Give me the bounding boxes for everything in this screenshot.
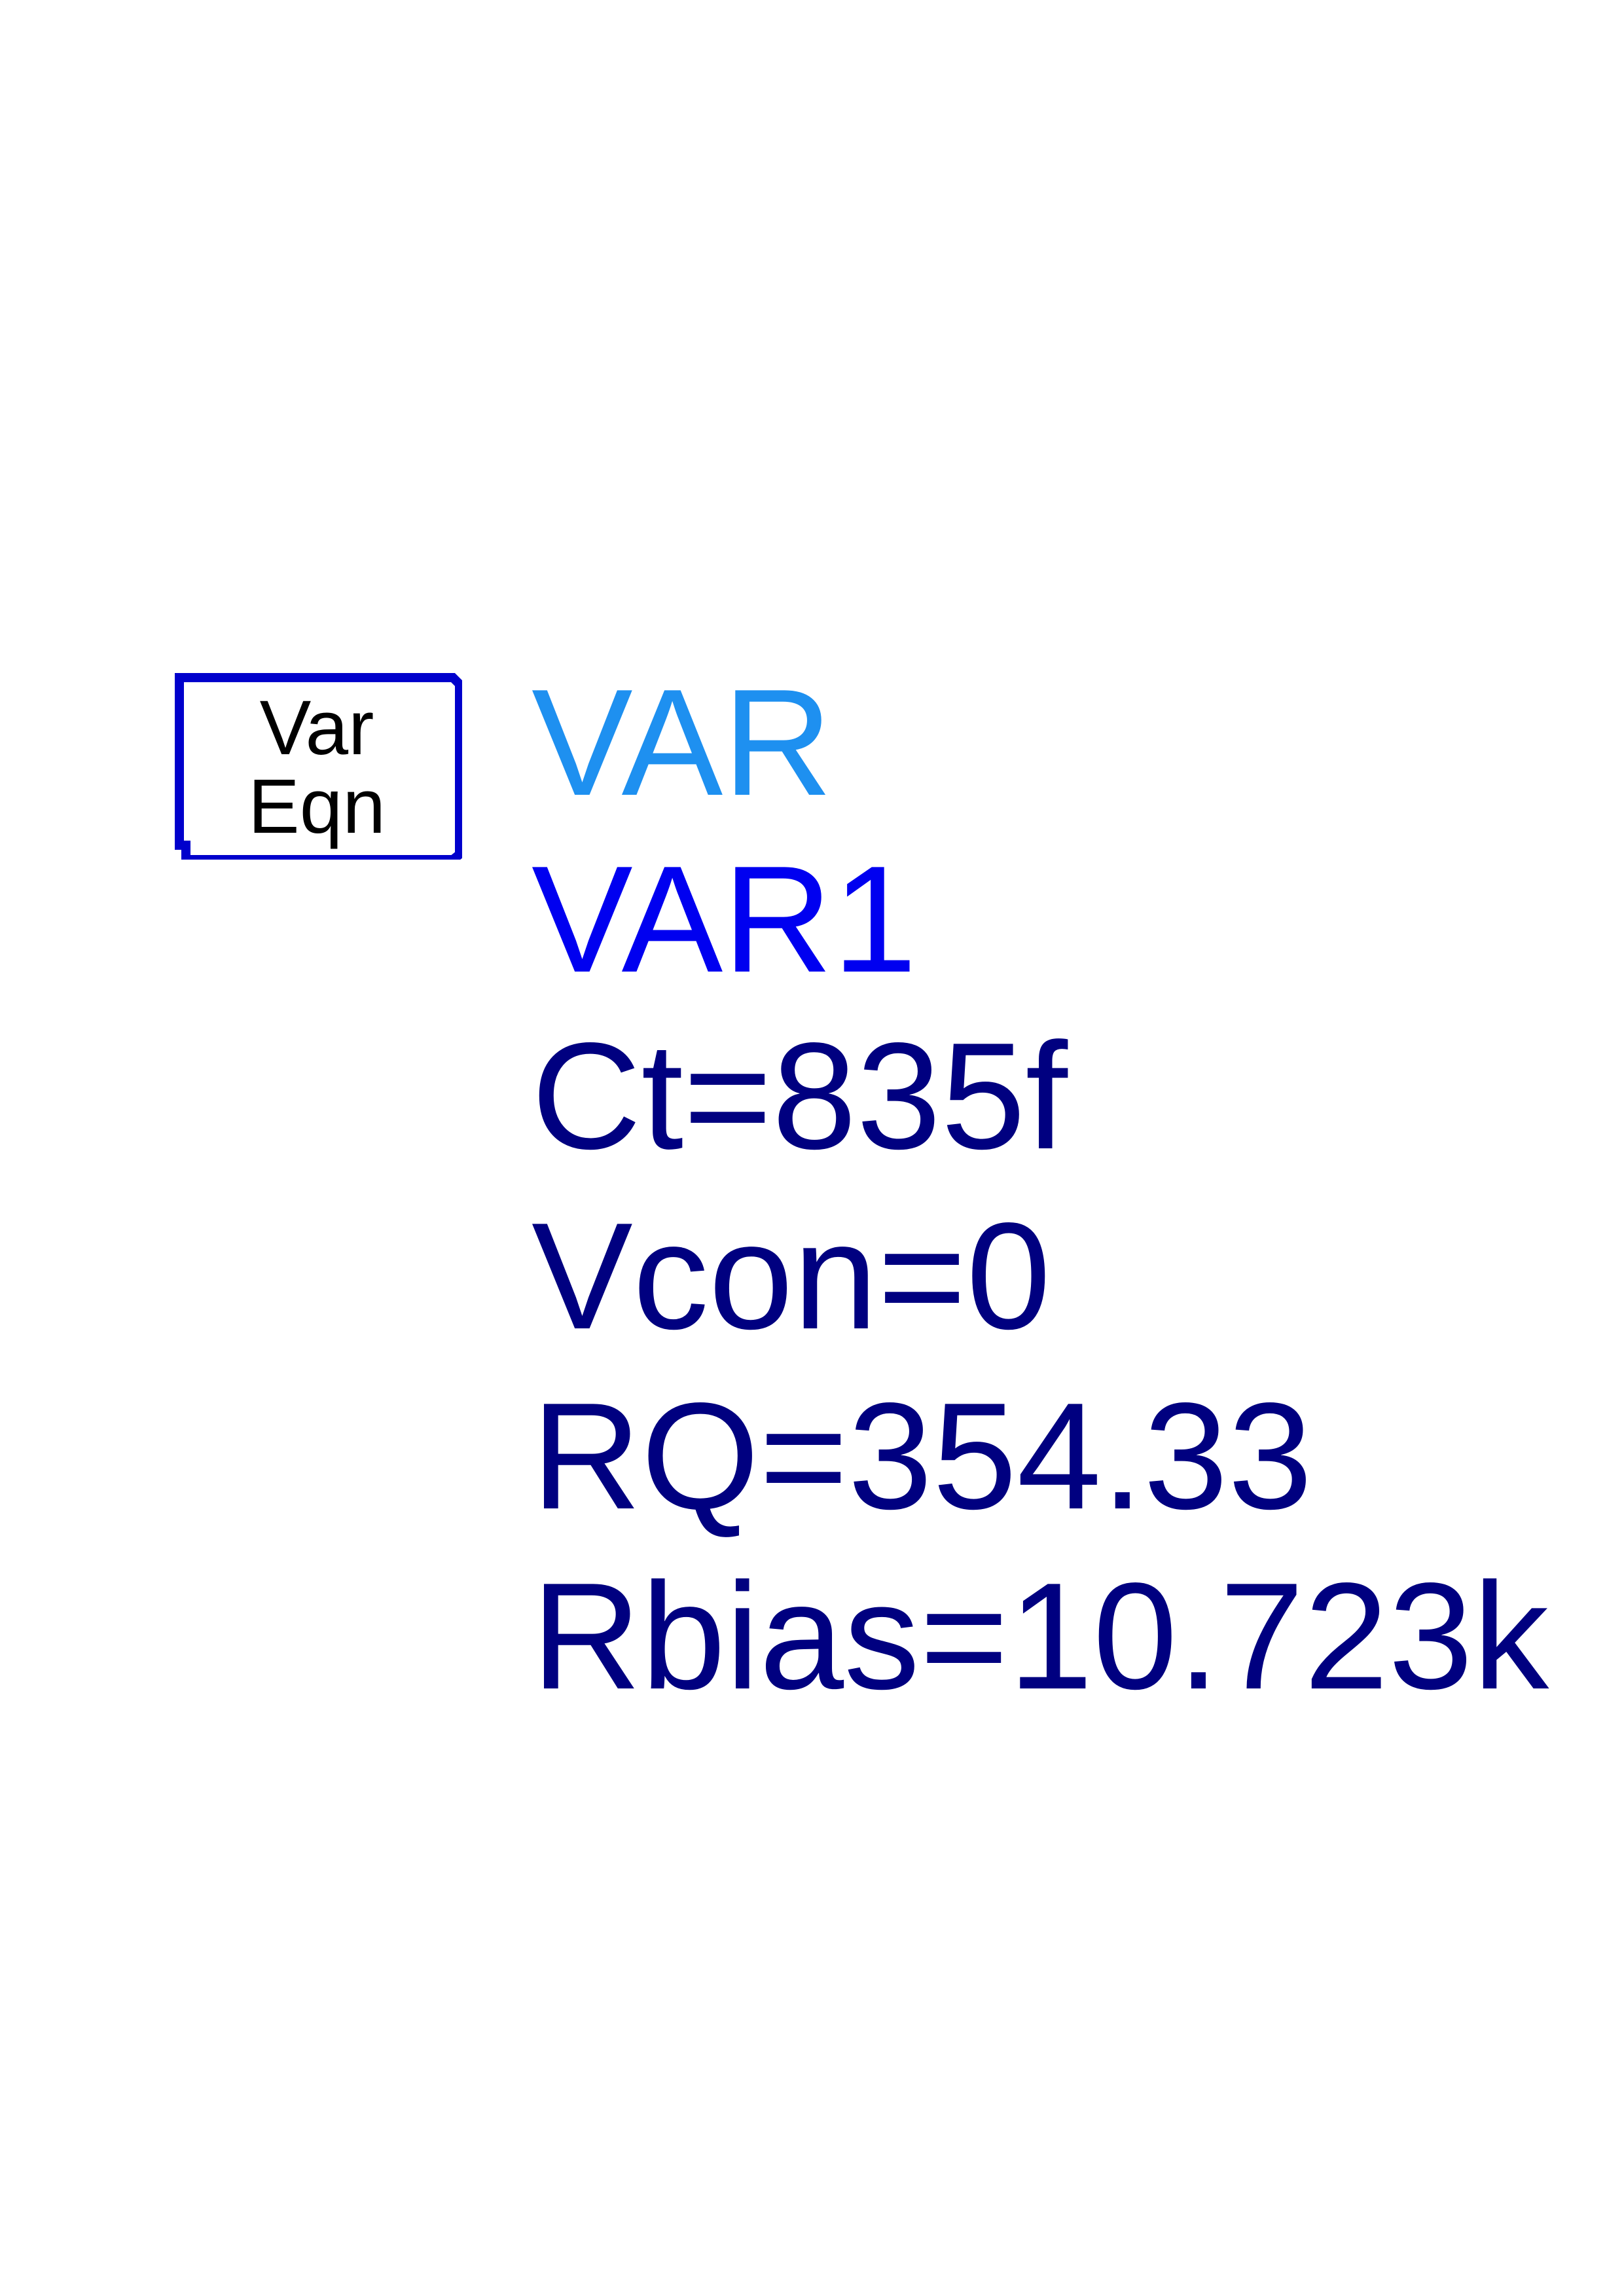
symbol-label-eqn: Eqn [248, 763, 386, 850]
symbol-label-var: Var [259, 685, 374, 771]
component-instance-label[interactable]: VAR1 [532, 831, 917, 1008]
parameter-ct[interactable]: Ct=835f [532, 1008, 1068, 1185]
parameter-rbias[interactable]: Rbias=10.723k [532, 1548, 1549, 1725]
parameter-rq[interactable]: RQ=354.33 [532, 1368, 1312, 1545]
var-eqn-symbol[interactable]: Var Eqn [171, 670, 462, 860]
parameter-vcon[interactable]: Vcon=0 [532, 1188, 1051, 1365]
component-type-label[interactable]: VAR [532, 655, 833, 831]
